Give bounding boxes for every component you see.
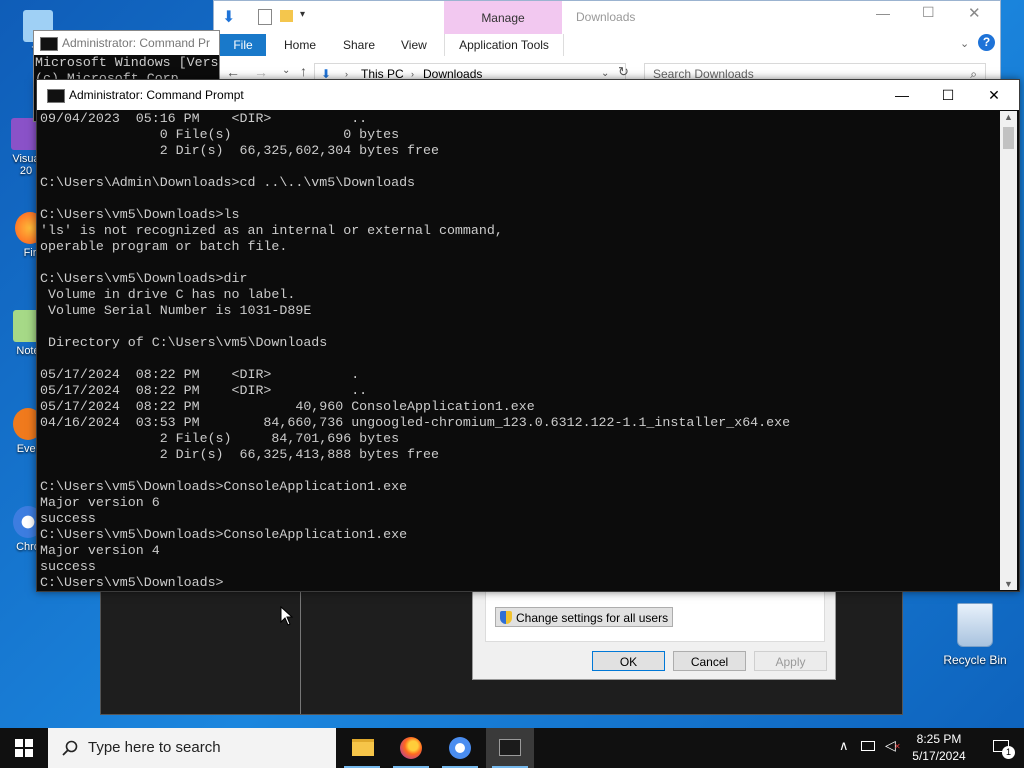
download-arrow-icon[interactable]: ⬇ [222,7,235,27]
cmd-minimize-button[interactable]: — [879,80,925,110]
mouse-cursor-icon [280,606,294,626]
pane-divider[interactable] [300,589,301,714]
chromium-icon [449,737,471,759]
back-arrow-icon[interactable]: ← [226,64,240,80]
change-settings-label: Change settings for all users [516,611,669,625]
background-cmd-line: Microsoft Windows [Vers [35,55,219,70]
up-arrow-icon[interactable]: ↑ [300,63,307,79]
explorer-window-title: Downloads [576,10,636,24]
tab-share[interactable]: Share [343,34,375,56]
cmd-titlebar[interactable]: Administrator: Command Prompt — ☐ ✕ [37,80,1019,110]
taskbar: Type here to search ∧ ◁ ✕ 8:25 PM 5/17/20… [0,728,1024,768]
taskbar-search-placeholder: Type here to search [88,739,221,756]
recycle-bin-icon [957,603,993,647]
cmd-app-icon [47,89,65,103]
apply-button[interactable]: Apply [754,651,827,671]
ribbon-expand-chevron-icon[interactable]: ⌄ [960,37,969,50]
quick-access-toolbar: ⬇ ▾ [222,7,312,27]
manage-context-band: Manage [444,1,562,34]
windows-logo-icon [15,739,33,757]
recycle-bin-label: Recycle Bin [943,653,1007,667]
cmd-app-icon [40,37,58,51]
tab-home[interactable]: Home [284,34,316,56]
scroll-up-icon[interactable]: ▲ [1004,112,1013,122]
ok-button[interactable]: OK [592,651,665,671]
start-button[interactable] [0,728,48,768]
cmd-window-title: Administrator: Command Prompt [69,88,244,102]
notification-center-button[interactable]: 1 [980,728,1024,768]
volume-muted-icon[interactable]: ◁ ✕ [885,737,901,754]
cancel-button[interactable]: Cancel [673,651,746,671]
background-cmd-titlebar[interactable]: Administrator: Command Pr [34,31,219,55]
background-cmd-title: Administrator: Command Pr [62,36,211,50]
tab-view[interactable]: View [401,34,427,56]
taskbar-file-explorer[interactable] [338,728,386,768]
network-icon[interactable] [861,741,875,751]
new-folder-icon[interactable] [280,10,293,22]
settings-dialog: Change settings for all users OK Cancel … [472,588,836,680]
cmd-close-button[interactable]: ✕ [971,80,1017,110]
search-icon [62,740,78,756]
help-icon[interactable]: ? [978,34,995,51]
desktop-icon-recycle-bin[interactable]: Recycle Bin [940,603,1010,667]
uac-shield-icon [500,611,512,624]
taskbar-search-box[interactable]: Type here to search [48,728,336,768]
scrollbar-thumb[interactable] [1003,127,1014,149]
taskbar-firefox[interactable] [387,728,435,768]
clock-date: 5/17/2024 [912,749,966,763]
console-scrollbar[interactable]: ▲ ▼ [1000,111,1017,590]
scroll-down-icon[interactable]: ▼ [1004,579,1013,589]
cmd-maximize-button[interactable]: ☐ [925,80,971,110]
desktop-icon-label: Fir [23,247,37,259]
notification-count-badge: 1 [1002,746,1015,759]
chevron-down-icon[interactable]: ▾ [300,9,305,20]
properties-icon[interactable] [258,9,272,25]
tab-application-tools[interactable]: Application Tools [444,34,564,56]
explorer-close-button[interactable]: ✕ [968,4,981,22]
firefox-icon [400,737,422,759]
recent-chevron-icon[interactable]: ⌄ [282,65,290,76]
explorer-minimize-button[interactable]: — [876,5,890,21]
clock-time: 8:25 PM [916,732,962,746]
file-explorer-icon [352,739,374,756]
show-hidden-icons-chevron-icon[interactable]: ∧ [839,738,849,754]
forward-arrow-icon[interactable]: → [254,64,268,80]
cmd-icon [499,739,521,756]
taskbar-clock[interactable]: 8:25 PM 5/17/2024 [902,731,976,765]
change-settings-button[interactable]: Change settings for all users [495,607,673,627]
tab-file[interactable]: File [220,34,266,56]
refresh-icon[interactable]: ↻ [618,64,629,80]
taskbar-command-prompt[interactable] [486,728,534,768]
taskbar-chromium[interactable] [436,728,484,768]
console-output[interactable]: 09/04/2023 05:16 PM <DIR> .. 0 File(s) 0… [40,111,998,589]
cmd-window[interactable]: Administrator: Command Prompt — ☐ ✕ 09/0… [36,79,1020,592]
explorer-maximize-button[interactable]: ☐ [922,4,935,21]
manage-label: Manage [481,11,525,25]
